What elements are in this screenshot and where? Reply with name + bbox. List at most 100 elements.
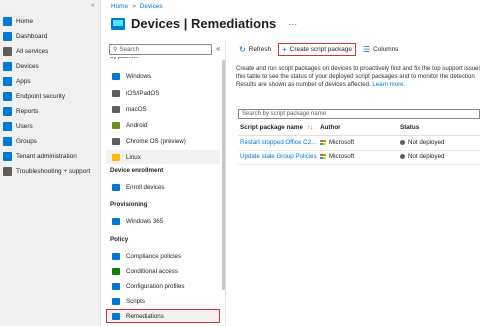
nav-item-troubleshooting-support[interactable]: Troubleshooting + support [0, 164, 101, 178]
subnav-item-compliance-policies[interactable]: Compliance policies [106, 249, 220, 263]
apps-icon [3, 76, 12, 86]
description-line-1: Create and run script packages on device… [236, 65, 480, 72]
subnav-item-label: Conditional access [126, 267, 178, 275]
refresh-button[interactable]: ↻ Refresh [236, 43, 274, 56]
columns-label: Columns [373, 46, 399, 53]
reports-icon [3, 106, 12, 116]
users-icon [3, 121, 12, 131]
subnav-item-label: iOS/iPadOS [126, 89, 160, 97]
nav-item-label: Reports [16, 107, 39, 115]
linux-icon [112, 153, 120, 161]
breadcrumb-devices-link[interactable]: Devices [140, 3, 163, 10]
nav-item-home[interactable]: Home [0, 14, 101, 28]
status-dot-icon [400, 154, 405, 159]
sort-icon[interactable]: ↑↓ [307, 124, 313, 131]
page-title: Devices | Remediations [131, 16, 277, 31]
subnav-item-label: Compliance policies [126, 252, 182, 260]
status-cell: Not deployed [400, 153, 444, 160]
column-header-status[interactable]: Status [400, 124, 419, 131]
subnav-item-configuration-profiles[interactable]: Configuration profiles [106, 279, 220, 293]
configuration-icon [112, 282, 120, 290]
subnav-item-label: Android [126, 121, 148, 129]
subnav-item-macos[interactable]: macOS [106, 102, 220, 116]
subnav-item-windows[interactable]: Windows [106, 69, 220, 83]
endpoint-security-icon [3, 91, 12, 101]
columns-button[interactable]: ☰ Columns [360, 43, 401, 56]
status-dot-icon [400, 140, 405, 145]
subnav-item-label: Remediations [126, 312, 164, 320]
nav-item-endpoint-security[interactable]: Endpoint security [0, 89, 101, 103]
subnav-search-input[interactable]: ⚲ Search [109, 44, 212, 55]
section-header-device-enrollment: Device enrollment [110, 167, 164, 174]
more-options-button[interactable]: ··· [288, 19, 297, 29]
author-label: Microsoft [329, 139, 355, 146]
windows365-icon [112, 217, 120, 225]
nav-item-all-services[interactable]: All services [0, 44, 101, 58]
subnav-item-windows-365[interactable]: Windows 365 [106, 214, 220, 228]
groups-icon [3, 136, 12, 146]
nav-item-label: All services [16, 47, 49, 55]
row-divider [238, 164, 480, 165]
script-package-name-link[interactable]: Update stale Group Policies [240, 153, 317, 160]
nav-item-label: Troubleshooting + support [16, 167, 91, 175]
subnav-item-linux[interactable]: Linux [106, 150, 220, 164]
nav-item-tenant-administration[interactable]: Tenant administration [0, 149, 101, 163]
nav-item-users[interactable]: Users [0, 119, 101, 133]
toolbar: ↻ Refresh + Create script package ☰ Colu… [236, 43, 405, 56]
nav-item-label: Apps [16, 77, 31, 85]
macos-icon [112, 105, 120, 113]
breadcrumb-home-link[interactable]: Home [111, 3, 128, 10]
collapse-nav-button[interactable]: « [91, 2, 95, 9]
subnav-item-label: Windows [126, 72, 152, 80]
subnav-scrollbar[interactable] [222, 60, 225, 290]
page-header: Devices | Remediations ··· [111, 16, 297, 31]
all-services-icon [3, 46, 12, 56]
subnav-item-conditional-access[interactable]: Conditional access [106, 264, 220, 278]
plus-icon: + [282, 45, 287, 54]
subnav-item-ios-ipados[interactable]: iOS/iPadOS [106, 86, 220, 100]
author-cell: Microsoft [320, 139, 354, 146]
subnav-item-android[interactable]: Android [106, 118, 220, 132]
refresh-label: Refresh [248, 46, 272, 53]
create-script-package-label: Create script package [289, 46, 352, 53]
column-header-name[interactable]: Script package name ↑↓ [240, 124, 313, 131]
subnav-item-label: Enroll devices [126, 183, 165, 191]
column-header-name-label: Script package name [240, 124, 303, 131]
collapse-subnav-button[interactable]: « [216, 44, 220, 53]
nav-item-label: Dashboard [16, 32, 48, 40]
subnav-item-remediations[interactable]: Remediations [106, 309, 220, 323]
create-script-package-button[interactable]: + Create script package [278, 43, 356, 56]
troubleshooting-icon [3, 166, 12, 176]
subnav-item-scripts[interactable]: Scripts [106, 294, 220, 308]
script-package-search-input[interactable]: Search by script package name [238, 109, 480, 119]
global-nav: « Home Dashboard All services Devices Apps En… [0, 0, 101, 326]
nav-item-groups[interactable]: Groups [0, 134, 101, 148]
scripts-icon [112, 297, 120, 305]
nav-item-dashboard[interactable]: Dashboard [0, 29, 101, 43]
subnav-item-chrome-os-preview[interactable]: Chrome OS (preview) [106, 134, 220, 148]
section-header-by-platform: By platform [110, 57, 139, 60]
page-description: Create and run script packages on device… [236, 65, 480, 90]
column-header-author[interactable]: Author [320, 124, 341, 131]
android-icon [112, 121, 120, 129]
nav-item-reports[interactable]: Reports [0, 104, 101, 118]
author-label: Microsoft [329, 153, 355, 160]
nav-item-label: Tenant administration [16, 152, 77, 160]
home-icon [3, 16, 12, 26]
chromeos-icon [112, 137, 120, 145]
status-label: Not deployed [408, 139, 445, 146]
nav-item-apps[interactable]: Apps [0, 74, 101, 88]
search-icon: ⚲ [113, 47, 118, 53]
section-header-policy: Policy [110, 236, 129, 243]
microsoft-logo-icon [320, 153, 326, 160]
subnav-item-enroll-devices[interactable]: Enroll devices [106, 180, 220, 194]
script-package-name-link[interactable]: Restart stopped Office C2... [240, 139, 316, 146]
conditional-access-icon [112, 267, 120, 275]
learn-more-link[interactable]: Learn more. [372, 81, 405, 88]
breadcrumb-separator: > [132, 3, 136, 10]
ios-icon [112, 89, 120, 97]
devices-subnav: ⚲ Search « By platform Windows iOS/iPadOS… [102, 40, 226, 326]
nav-item-devices[interactable]: Devices [0, 59, 101, 73]
dashboard-icon [3, 31, 12, 41]
devices-icon [3, 61, 12, 71]
